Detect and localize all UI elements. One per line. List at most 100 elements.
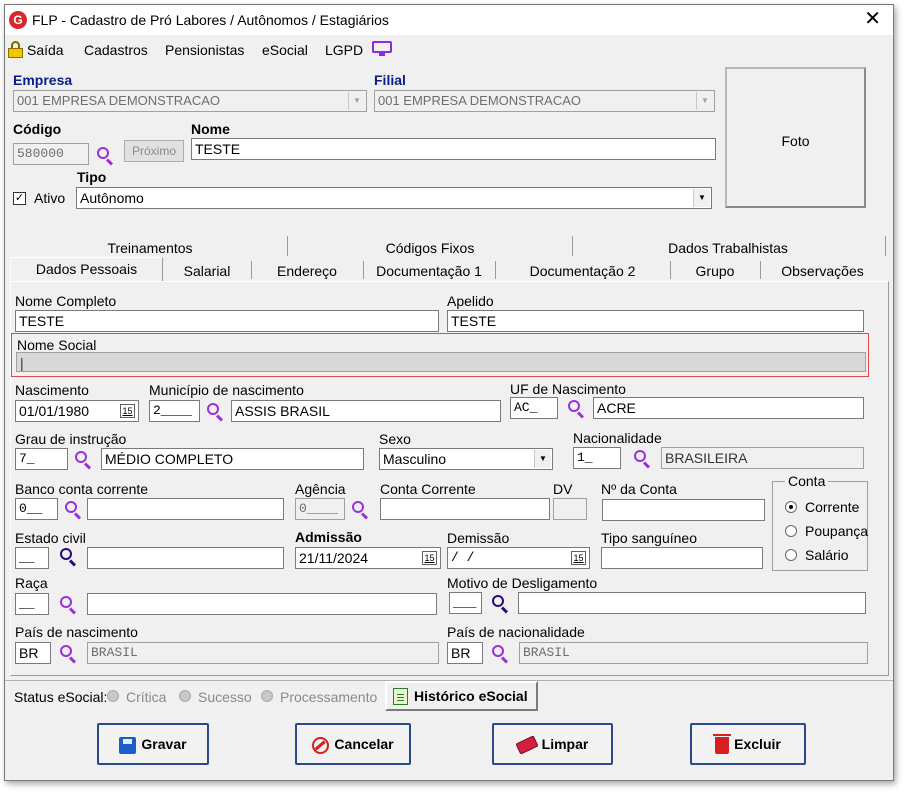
historico-esocial-button[interactable]: Histórico eSocial: [385, 681, 538, 711]
historico-esocial-label: Histórico eSocial: [414, 688, 528, 704]
tipo-label: Tipo: [77, 169, 107, 185]
pais-nasc-code-field[interactable]: BR: [15, 642, 51, 664]
search-icon[interactable]: [206, 402, 224, 422]
nome-completo-field[interactable]: TESTE: [15, 310, 439, 332]
admissao-field[interactable]: 21/11/2024 15: [295, 547, 441, 569]
banco-name-field: [87, 498, 284, 520]
cancelar-button[interactable]: Cancelar: [295, 723, 411, 765]
nome-completo-label: Nome Completo: [15, 293, 117, 309]
estado-civil-name-field: [87, 547, 284, 569]
grau-name-field: MÉDIO COMPLETO: [101, 448, 364, 470]
admissao-label: Admissão: [295, 529, 362, 545]
radio-salario[interactable]: [785, 549, 797, 561]
raca-name-field: [87, 593, 437, 615]
agencia-label: Agência: [295, 481, 346, 497]
apelido-label: Apelido: [447, 293, 494, 309]
status-esocial-label: Status eSocial:: [14, 689, 108, 705]
limpar-button[interactable]: Limpar: [492, 723, 613, 765]
radio-salario-label: Salário: [805, 547, 849, 563]
menu-pensionistas[interactable]: Pensionistas: [165, 42, 244, 58]
pais-nac-label: País de nacionalidade: [447, 624, 585, 640]
raca-code-field[interactable]: __: [15, 593, 49, 615]
close-button[interactable]: ✕: [864, 8, 881, 30]
empresa-select: 001 EMPRESA DEMONSTRACAO ▼: [13, 90, 367, 112]
search-icon[interactable]: [59, 547, 77, 567]
menu-lgpd[interactable]: LGPD: [325, 42, 363, 58]
tab-documentacao-2[interactable]: Documentação 2: [495, 263, 670, 279]
sexo-label: Sexo: [379, 431, 411, 447]
foto-box[interactable]: Foto: [725, 67, 866, 208]
ativo-label: Ativo: [34, 190, 66, 206]
estado-civil-code-field[interactable]: __: [15, 547, 49, 569]
nascimento-field[interactable]: 01/01/1980 15: [15, 400, 139, 422]
dv-field: [553, 498, 587, 520]
menu-cadastros[interactable]: Cadastros: [84, 42, 148, 58]
search-icon[interactable]: [491, 644, 509, 664]
radio-corrente[interactable]: [785, 501, 797, 513]
calendar-icon[interactable]: 15: [571, 551, 586, 565]
cancel-icon: [312, 736, 330, 754]
banco-code-field[interactable]: 0__: [15, 498, 58, 520]
municipio-code-field[interactable]: 2____: [149, 400, 200, 422]
search-icon[interactable]: [59, 595, 77, 615]
radio-processamento: [261, 690, 273, 702]
search-icon[interactable]: [491, 594, 509, 614]
eraser-icon: [515, 735, 539, 755]
tipo-sanguineo-field[interactable]: [601, 547, 763, 569]
tab-treinamentos[interactable]: Treinamentos: [65, 240, 235, 256]
search-icon[interactable]: [633, 449, 651, 469]
calendar-icon[interactable]: 15: [422, 551, 437, 565]
nome-field[interactable]: TESTE: [191, 138, 716, 160]
motivo-label: Motivo de Desligamento: [447, 575, 598, 591]
nome-social-field[interactable]: |: [16, 352, 866, 372]
window-title: FLP - Cadastro de Pró Labores / Autônomo…: [32, 12, 389, 28]
document-icon: [393, 688, 408, 705]
monitor-icon[interactable]: [372, 41, 392, 56]
excluir-label: Excluir: [734, 736, 781, 752]
motivo-code-field[interactable]: ___: [449, 592, 482, 614]
nacionalidade-label: Nacionalidade: [573, 430, 662, 446]
menu-esocial[interactable]: eSocial: [262, 42, 308, 58]
uf-code-field[interactable]: AC_: [510, 397, 558, 419]
tab-observacoes[interactable]: Observações: [760, 263, 885, 279]
tab-endereco[interactable]: Endereço: [251, 263, 363, 279]
agencia-field: 0____: [295, 498, 345, 520]
pais-nac-code-field[interactable]: BR: [447, 642, 483, 664]
grau-code-field[interactable]: 7_: [15, 448, 68, 470]
tipo-select[interactable]: Autônomo ▼: [76, 187, 712, 209]
tipo-sanguineo-label: Tipo sanguíneo: [601, 530, 697, 546]
sexo-select[interactable]: Masculino ▼: [379, 448, 553, 470]
save-icon: [119, 736, 137, 754]
calendar-icon[interactable]: 15: [120, 404, 135, 418]
demissao-field[interactable]: / / 15: [447, 547, 590, 569]
search-icon[interactable]: [567, 399, 585, 419]
search-icon[interactable]: [96, 146, 114, 166]
radio-sucesso-label: Sucesso: [198, 689, 252, 705]
gravar-button[interactable]: Gravar: [97, 723, 209, 765]
nacionalidade-code-field[interactable]: 1_: [573, 447, 621, 469]
search-icon[interactable]: [74, 450, 92, 470]
search-icon[interactable]: [59, 644, 77, 664]
conta-corrente-label: Conta Corrente: [380, 481, 476, 497]
tab-salarial[interactable]: Salarial: [163, 263, 251, 279]
excluir-button[interactable]: Excluir: [690, 723, 806, 765]
menu-saida[interactable]: Saída: [27, 42, 64, 58]
estado-civil-label: Estado civil: [15, 530, 86, 546]
conta-corrente-field[interactable]: [380, 498, 550, 520]
search-icon[interactable]: [351, 500, 369, 520]
radio-processamento-label: Processamento: [280, 689, 378, 705]
radio-poupanca[interactable]: [785, 525, 797, 537]
pais-nasc-name-field: BRASIL: [87, 642, 439, 664]
nr-conta-field[interactable]: [602, 499, 765, 521]
tab-grupo[interactable]: Grupo: [670, 263, 760, 279]
tab-codigos-fixos[interactable]: Códigos Fixos: [287, 240, 573, 256]
apelido-field[interactable]: TESTE: [447, 310, 864, 332]
tab-dados-trabalhistas[interactable]: Dados Trabalhistas: [572, 240, 884, 256]
search-icon[interactable]: [64, 500, 82, 520]
tab-documentacao-1[interactable]: Documentação 1: [363, 263, 495, 279]
ativo-checkbox[interactable]: ✓: [13, 192, 26, 205]
chevron-down-icon: ▼: [693, 189, 710, 207]
conta-group-label: Conta: [785, 473, 829, 489]
filial-select: 001 EMPRESA DEMONSTRACAO ▼: [374, 90, 715, 112]
tab-dados-pessoais[interactable]: Dados Pessoais: [10, 261, 163, 277]
